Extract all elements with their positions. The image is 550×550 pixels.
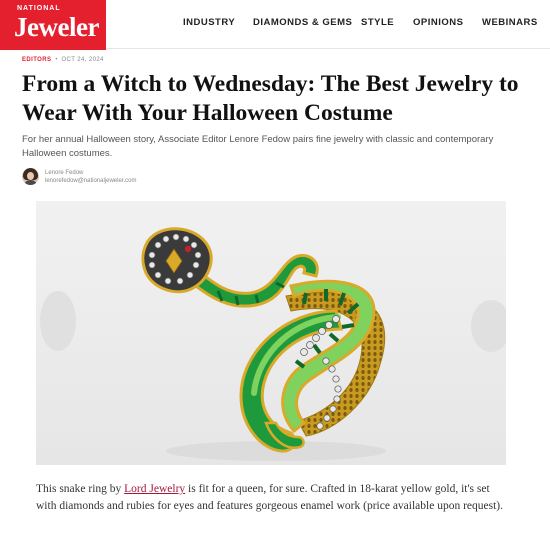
snake-ring-illustration bbox=[36, 201, 506, 465]
meta-separator: • bbox=[55, 57, 58, 63]
site-header: NATIONAL Jeweler INDUSTRY DIAMONDS & GEM… bbox=[0, 0, 550, 50]
caption-text-start: This snake ring by bbox=[36, 483, 125, 495]
author-byline: Lenore Fedow lenorefedow@nationaljeweler… bbox=[22, 168, 322, 190]
lord-jewelry-link[interactable]: Lord Jewelry bbox=[124, 483, 185, 495]
nav-item-industry[interactable]: INDUSTRY bbox=[183, 17, 235, 28]
author-email[interactable]: lenorefedow@nationaljeweler.com bbox=[45, 178, 136, 184]
main-nav: INDUSTRY DIAMONDS & GEMS STYLE OPINIONS … bbox=[0, 17, 550, 33]
article-meta: EDITORS • OCT 24, 2024 bbox=[22, 57, 104, 63]
author-name[interactable]: Lenore Fedow bbox=[45, 170, 83, 176]
nav-item-diamonds-gems[interactable]: DIAMONDS & GEMS bbox=[253, 17, 352, 28]
publish-date: OCT 24, 2024 bbox=[61, 57, 104, 63]
author-avatar[interactable] bbox=[22, 168, 39, 185]
category-link[interactable]: EDITORS bbox=[22, 57, 51, 63]
nav-item-webinars[interactable]: WEBINARS bbox=[482, 17, 538, 28]
logo-national-text: NATIONAL bbox=[17, 5, 61, 12]
nav-item-style[interactable]: STYLE bbox=[361, 17, 394, 28]
article-title: From a Witch to Wednesday: The Best Jewe… bbox=[22, 71, 519, 126]
image-caption: This snake ring by Lord Jewelry is fit f… bbox=[36, 481, 510, 515]
nav-item-opinions[interactable]: OPINIONS bbox=[413, 17, 463, 28]
article-subtitle: For her annual Halloween story, Associat… bbox=[22, 134, 494, 159]
article-image-snake-ring bbox=[36, 201, 506, 465]
